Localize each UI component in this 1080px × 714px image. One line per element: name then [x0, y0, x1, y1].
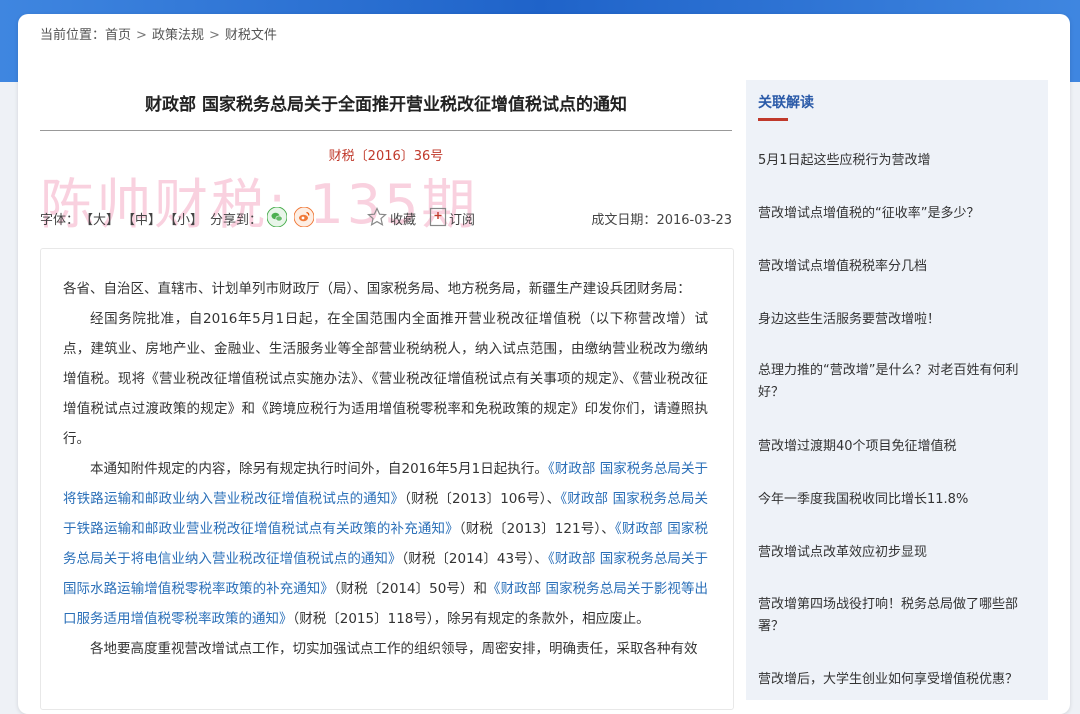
favorite-label[interactable]: 收藏 — [390, 209, 416, 228]
star-icon[interactable] — [366, 207, 388, 231]
issue-date: 成文日期：2016-03-23 — [591, 209, 732, 228]
related-item[interactable]: 今年一季度我国税收同比增长11.8% — [758, 489, 1036, 511]
related-item[interactable]: 总理力推的“营改增”是什么？对老百姓有何利好？ — [758, 360, 1036, 404]
policy-ref-text: （财税〔2014〕50号）和 — [333, 581, 488, 597]
breadcrumb-home-link[interactable]: 首页 — [105, 24, 131, 43]
font-small-button[interactable]: 【小】 — [164, 209, 203, 228]
paragraph-requirements: 各地要高度重视营改增试点工作，切实加强试点工作的组织领导，周密安排，明确责任，采… — [90, 641, 698, 657]
breadcrumb-separator: > — [208, 28, 220, 43]
article-body: 各省、自治区、直辖市、计划单列市财政厅（局）、国家税务局、地方税务局，新疆生产建… — [40, 248, 734, 710]
article-toolbar: 字体： 【大】 【中】 【小】 分享到： 收藏 订阅 成文日期：2016-03-… — [40, 207, 732, 229]
issue-date-value: 2016-03-23 — [656, 213, 732, 228]
paragraph-main: 经国务院批准，自2016年5月1日起，在全国范围内全面推开营业税改征增值税（以下… — [63, 311, 708, 447]
related-title-underline — [758, 118, 788, 121]
article-body-text: 各省、自治区、直辖市、计划单列市财政厅（局）、国家税务局、地方税务局，新疆生产建… — [63, 274, 708, 664]
policy-ref-text: （财税〔2014〕43号）、 — [401, 551, 548, 567]
related-item[interactable]: 身边这些生活服务要营改增啦！ — [758, 309, 1036, 331]
paragraph-effective-text: 本通知附件规定的内容，除另有规定执行时间外，自2016年5月1日起执行。 — [90, 461, 548, 477]
paragraph-effective: 本通知附件规定的内容，除另有规定执行时间外，自2016年5月1日起执行。《财政部… — [63, 454, 708, 634]
breadcrumb-separator: > — [136, 28, 147, 43]
breadcrumb: 当前位置：首页 > 政策法规 > 财税文件 — [40, 24, 277, 43]
font-size-label: 字体： — [40, 213, 80, 228]
related-item[interactable]: 营改增第四场战役打响！税务总局做了哪些部署？ — [758, 594, 1036, 638]
article-title: 财政部 国家税务总局关于全面推开营业税改征增值税试点的通知 — [145, 95, 627, 115]
subscribe-label[interactable]: 订阅 — [449, 209, 475, 228]
bookmark-plus-icon[interactable] — [429, 207, 447, 231]
related-item[interactable]: 营改增后，大学生创业如何享受增值税优惠？ — [758, 669, 1036, 691]
weibo-icon[interactable] — [294, 207, 314, 227]
title-divider — [40, 130, 732, 131]
related-reading-panel: 关联解读 5月1日起这些应税行为营改增 营改增试点增值税的“征收率”是多少？ 营… — [746, 80, 1048, 700]
policy-ref-text: （财税〔2015〕118号），除另有规定的条款外，相应废止。 — [292, 611, 650, 627]
policy-ref-text: （财税〔2013〕106号）、 — [404, 491, 561, 507]
wechat-icon[interactable] — [267, 207, 287, 227]
font-medium-button[interactable]: 【中】 — [122, 209, 161, 228]
breadcrumb-section-link[interactable]: 政策法规 — [152, 24, 204, 43]
document-number: 财税〔2016〕36号 — [328, 149, 444, 164]
related-reading-title: 关联解读 — [758, 95, 814, 111]
related-item[interactable]: 营改增试点增值税的“征收率”是多少？ — [758, 203, 1036, 225]
policy-ref-text: （财税〔2013〕121号）、 — [458, 521, 615, 537]
font-large-button[interactable]: 【大】 — [80, 209, 119, 228]
issue-date-label: 成文日期： — [591, 213, 657, 228]
related-item[interactable]: 营改增试点改革效应初步显现 — [758, 542, 1036, 564]
related-item[interactable]: 5月1日起这些应税行为营改增 — [758, 150, 1036, 172]
share-label: 分享到： — [210, 213, 263, 228]
breadcrumb-current-link[interactable]: 财税文件 — [225, 24, 277, 43]
related-item[interactable]: 营改增过渡期40个项目免征增值税 — [758, 436, 1036, 458]
related-item[interactable]: 营改增试点增值税税率分几档 — [758, 256, 1036, 278]
breadcrumb-prefix: 当前位置： — [40, 28, 106, 43]
paragraph-salutation: 各省、自治区、直辖市、计划单列市财政厅（局）、国家税务局、地方税务局，新疆生产建… — [63, 281, 691, 297]
